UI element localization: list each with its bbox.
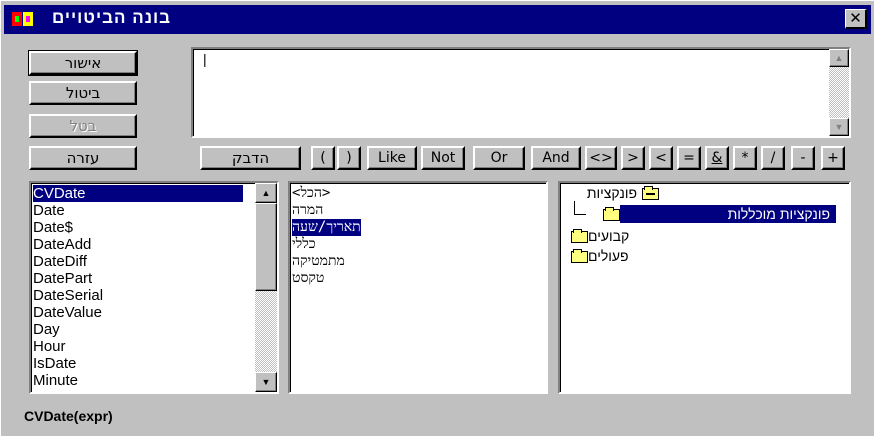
expression-builder-window: בונה הביטויים ✕ אישור ביטול בטל עזרה | ▲…	[0, 0, 875, 437]
list-item[interactable]: Day	[33, 321, 60, 338]
undo-button[interactable]: בטל	[29, 114, 137, 138]
categories-list[interactable]: <הכל> המרה תאריך/שעה כללי מתמטיקה טקסט	[288, 181, 548, 394]
tree-node-label: פונקציות	[586, 185, 637, 201]
expression-scrollbar[interactable]: ▲ ▼	[829, 49, 849, 136]
tree-connector	[574, 201, 575, 215]
scroll-down-icon[interactable]: ▼	[829, 118, 849, 136]
operator-or-button[interactable]: Or	[473, 146, 525, 170]
list-item[interactable]: Minute	[33, 372, 78, 389]
list-item[interactable]: DateSerial	[33, 287, 103, 304]
window-title: בונה הביטויים	[52, 8, 172, 27]
syntax-status: CVDate(expr)	[24, 408, 113, 424]
scroll-thumb[interactable]	[255, 203, 277, 291]
list-item[interactable]: Date	[33, 202, 65, 219]
cancel-button[interactable]: ביטול	[29, 81, 137, 105]
operator-close-paren-button[interactable]: )	[337, 146, 361, 170]
list-item[interactable]: DateValue	[33, 304, 102, 321]
elements-tree[interactable]: פונקציות פונקציות מוכללות קבועים פעולים	[558, 181, 851, 394]
tree-node-label: פונקציות מוכללות	[620, 205, 836, 223]
list-item[interactable]: מתמטיקה	[292, 253, 345, 270]
list-item[interactable]: טקסט	[292, 270, 324, 287]
scroll-up-icon[interactable]: ▲	[255, 183, 277, 203]
folder-open-icon	[603, 207, 620, 222]
list-item[interactable]: Date$	[33, 219, 73, 236]
operator-like-button[interactable]: Like	[367, 146, 417, 170]
operator-divide-button[interactable]: /	[761, 146, 785, 170]
help-button[interactable]: עזרה	[29, 146, 137, 170]
tree-node-constants[interactable]: קבועים	[566, 227, 629, 245]
list-item[interactable]: DatePart	[33, 270, 92, 287]
operator-ampersand-button[interactable]: &	[705, 146, 729, 170]
expression-builder-icon	[12, 12, 33, 26]
scroll-up-icon[interactable]: ▲	[829, 49, 849, 67]
list-item[interactable]: DateDiff	[33, 253, 87, 270]
folder-icon	[571, 229, 588, 244]
tree-connector	[574, 214, 586, 215]
tree-node-builtin[interactable]: פונקציות מוכללות	[598, 205, 836, 223]
operator-equal-button[interactable]: =	[677, 146, 701, 170]
scroll-down-icon[interactable]: ▼	[255, 372, 277, 392]
list-item[interactable]: <הכל>	[292, 185, 330, 202]
tree-node-operators[interactable]: פעולים	[566, 247, 629, 265]
folder-open-icon	[642, 186, 659, 201]
expression-input[interactable]: | ▲ ▼	[191, 47, 851, 138]
list-item[interactable]: IsDate	[33, 355, 76, 372]
text-cursor: |	[203, 51, 207, 67]
tree-node-label: קבועים	[588, 228, 630, 244]
close-button[interactable]: ✕	[845, 9, 867, 29]
operator-minus-button[interactable]: -	[791, 146, 815, 170]
operator-open-paren-button[interactable]: (	[311, 146, 335, 170]
operator-not-equal-button[interactable]: <>	[585, 146, 617, 170]
functions-scrollbar[interactable]: ▲ ▼	[255, 183, 277, 392]
functions-list[interactable]: CVDate Date Date$ DateAdd DateDiff DateP…	[29, 181, 279, 394]
close-icon: ✕	[849, 9, 862, 27]
title-bar: בונה הביטויים ✕	[4, 5, 871, 34]
list-item[interactable]: DateAdd	[33, 236, 91, 253]
ok-button[interactable]: אישור	[28, 50, 138, 76]
operator-not-button[interactable]: Not	[421, 146, 465, 170]
operator-greater-button[interactable]: >	[621, 146, 645, 170]
operator-and-button[interactable]: And	[531, 146, 581, 170]
tree-node-root[interactable]: פונקציות	[587, 184, 659, 202]
list-item[interactable]: כללי	[292, 236, 316, 253]
operator-multiply-button[interactable]: *	[733, 146, 757, 170]
tree-node-label: פעולים	[588, 248, 629, 264]
operator-plus-button[interactable]: +	[821, 146, 845, 170]
operator-less-button[interactable]: <	[649, 146, 673, 170]
list-item[interactable]: CVDate	[33, 185, 243, 202]
list-item[interactable]: המרה	[292, 202, 323, 219]
paste-button[interactable]: הדבק	[200, 146, 301, 170]
folder-icon	[571, 249, 588, 264]
list-item[interactable]: Hour	[33, 338, 66, 355]
list-item[interactable]: תאריך/שעה	[292, 219, 361, 236]
